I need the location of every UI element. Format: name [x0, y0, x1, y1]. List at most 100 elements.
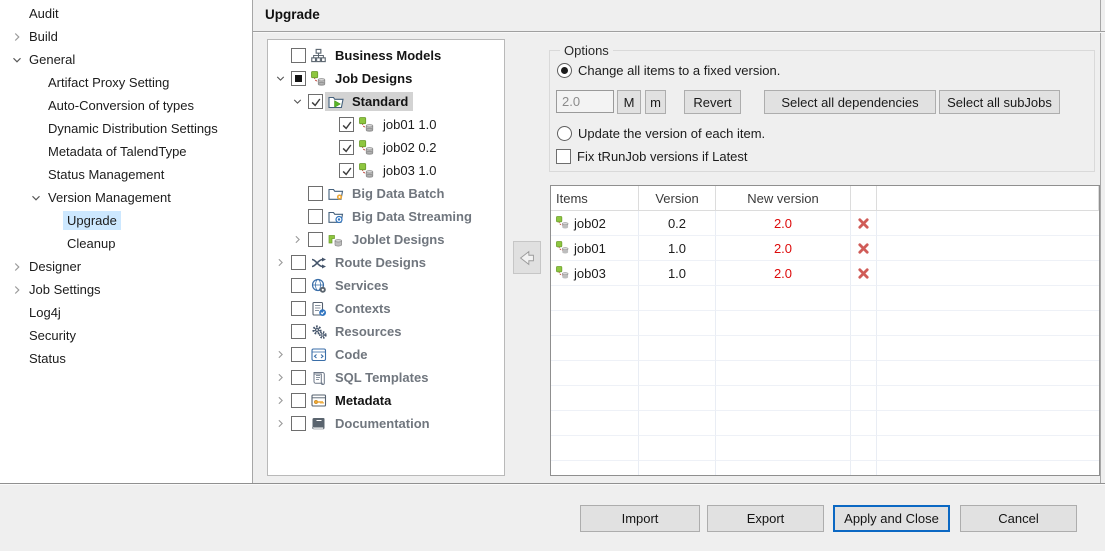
tree-item-job03[interactable]: job03 1.0 [268, 159, 504, 182]
sidebar-item-security[interactable]: Security [0, 324, 252, 347]
sidebar-item-log4j[interactable]: Log4j [0, 301, 252, 324]
checkbox-unchecked[interactable] [308, 232, 323, 247]
import-button[interactable]: Import [580, 505, 700, 532]
chevron-spacer [272, 301, 289, 317]
select-all-subjobs-button[interactable]: Select all subJobs [939, 90, 1060, 114]
sidebar-item-build[interactable]: Build [0, 25, 252, 48]
remove-item-button[interactable] [855, 264, 873, 282]
table-row[interactable]: job02 0.2 2.0 [551, 211, 1099, 236]
tree-item-documentation[interactable]: Documentation [268, 412, 504, 435]
column-header-new-version[interactable]: New version [716, 186, 851, 211]
checkbox-checked[interactable] [339, 140, 354, 155]
item-new-version[interactable]: 2.0 [716, 261, 851, 286]
tree-item-job02[interactable]: job02 0.2 [268, 136, 504, 159]
checkbox-unchecked[interactable] [291, 347, 306, 362]
tree-item-services[interactable]: Services [268, 274, 504, 297]
tree-item-code[interactable]: Code [268, 343, 504, 366]
checkbox-unchecked[interactable] [308, 209, 323, 224]
remove-item-button[interactable] [855, 214, 873, 232]
sidebar-item-upgrade[interactable]: Upgrade [0, 209, 252, 232]
folder-gear-icon [327, 186, 344, 202]
checkbox-unchecked[interactable] [556, 149, 571, 164]
checkbox-unchecked[interactable] [291, 255, 306, 270]
fix-trunjob-option[interactable]: Fix tRunJob versions if Latest [556, 149, 748, 164]
tree-item-metadata[interactable]: Metadata [268, 389, 504, 412]
checkbox-unchecked[interactable] [291, 48, 306, 63]
table-row[interactable]: job03 1.0 2.0 [551, 261, 1099, 286]
tree-item-big-data-batch[interactable]: Big Data Batch [268, 182, 504, 205]
major-version-button[interactable]: M [617, 90, 641, 114]
sidebar-item-audit[interactable]: Audit [0, 2, 252, 25]
checkbox-checked[interactable] [339, 117, 354, 132]
fixed-version-input[interactable] [556, 90, 614, 113]
checkbox-partial[interactable] [291, 71, 306, 86]
checkbox-unchecked[interactable] [291, 416, 306, 431]
checkbox-unchecked[interactable] [291, 370, 306, 385]
chevron-right-icon[interactable] [289, 232, 306, 248]
export-button[interactable]: Export [707, 505, 824, 532]
chevron-right-icon[interactable] [8, 282, 25, 298]
tree-item-sql-templates[interactable]: SQL Templates [268, 366, 504, 389]
sidebar-item-auto-conversion[interactable]: Auto-Conversion of types [0, 94, 252, 117]
sidebar-item-version-management[interactable]: Version Management [0, 186, 252, 209]
move-left-button[interactable] [513, 241, 541, 274]
tree-item-standard[interactable]: Standard [268, 90, 504, 113]
chevron-right-icon[interactable] [272, 416, 289, 432]
item-new-version[interactable]: 2.0 [716, 236, 851, 261]
remove-item-button[interactable] [855, 239, 873, 257]
chevron-right-icon[interactable] [272, 370, 289, 386]
chevron-right-icon[interactable] [8, 29, 25, 45]
chevron-right-icon[interactable] [272, 393, 289, 409]
table-row[interactable]: job01 1.0 2.0 [551, 236, 1099, 261]
sidebar-item-label: Artifact Proxy Setting [44, 73, 173, 92]
apply-and-close-button[interactable]: Apply and Close [833, 505, 950, 532]
table-header-row: Items Version New version [551, 186, 1099, 211]
checkbox-unchecked[interactable] [291, 301, 306, 316]
chevron-down-icon[interactable] [27, 190, 44, 206]
chevron-down-icon[interactable] [272, 71, 289, 87]
tree-item-contexts[interactable]: Contexts [268, 297, 504, 320]
sidebar-item-job-settings[interactable]: Job Settings [0, 278, 252, 301]
chevron-down-icon[interactable] [289, 94, 306, 110]
checkbox-unchecked[interactable] [291, 324, 306, 339]
checkbox-checked[interactable] [339, 163, 354, 178]
sidebar-item-cleanup[interactable]: Cleanup [0, 232, 252, 255]
select-all-dependencies-button[interactable]: Select all dependencies [764, 90, 936, 114]
checkbox-checked[interactable] [308, 94, 323, 109]
preferences-dialog: Audit Build General Artifact Proxy Setti… [0, 0, 1105, 551]
tree-item-route-designs[interactable]: Route Designs [268, 251, 504, 274]
column-header-items[interactable]: Items [551, 186, 639, 211]
red-x-icon [857, 217, 870, 230]
sidebar-item-designer[interactable]: Designer [0, 255, 252, 278]
checkbox-unchecked[interactable] [291, 393, 306, 408]
revert-button[interactable]: Revert [684, 90, 741, 114]
radio-selected[interactable] [557, 63, 572, 78]
checkbox-unchecked[interactable] [308, 186, 323, 201]
sidebar-item-dynamic-distribution[interactable]: Dynamic Distribution Settings [0, 117, 252, 140]
chevron-down-icon[interactable] [8, 52, 25, 68]
chevron-right-icon[interactable] [8, 259, 25, 275]
chevron-right-icon[interactable] [272, 347, 289, 363]
tree-item-job-designs[interactable]: Job Designs [268, 67, 504, 90]
chevron-right-icon[interactable] [272, 255, 289, 271]
sidebar-divider[interactable] [252, 0, 253, 483]
cancel-button[interactable]: Cancel [960, 505, 1077, 532]
fixed-version-option[interactable]: Change all items to a fixed version. [557, 63, 780, 78]
tree-item-job01[interactable]: job01 1.0 [268, 113, 504, 136]
sidebar-item-general[interactable]: General [0, 48, 252, 71]
minor-version-button[interactable]: m [645, 90, 666, 114]
tree-item-big-data-streaming[interactable]: Big Data Streaming [268, 205, 504, 228]
sidebar-item-artifact-proxy[interactable]: Artifact Proxy Setting [0, 71, 252, 94]
checkbox-unchecked[interactable] [291, 278, 306, 293]
column-header-version[interactable]: Version [639, 186, 716, 211]
tree-item-joblet-designs[interactable]: Joblet Designs [268, 228, 504, 251]
tree-item-resources[interactable]: Resources [268, 320, 504, 343]
each-item-option[interactable]: Update the version of each item. [557, 126, 765, 141]
sidebar-item-metadata-talendtype[interactable]: Metadata of TalendType [0, 140, 252, 163]
chevron-spacer [27, 98, 44, 114]
item-new-version[interactable]: 2.0 [716, 211, 851, 236]
radio-unselected[interactable] [557, 126, 572, 141]
sidebar-item-status-management[interactable]: Status Management [0, 163, 252, 186]
sidebar-item-status[interactable]: Status [0, 347, 252, 370]
tree-item-business-models[interactable]: Business Models [268, 44, 504, 67]
